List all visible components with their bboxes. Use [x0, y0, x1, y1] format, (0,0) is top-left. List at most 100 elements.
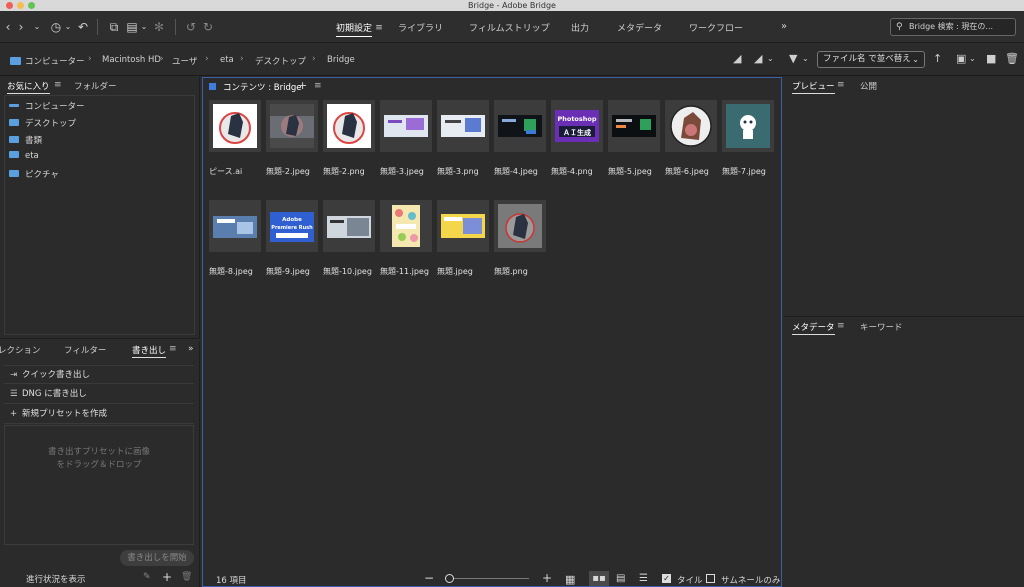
zoom-window-button[interactable]: [28, 2, 35, 9]
new-preset-row[interactable]: + 新規プリセットを作成: [4, 405, 194, 424]
tab-export[interactable]: 書き出し: [132, 344, 167, 358]
tab-metadata[interactable]: メタデータ: [792, 321, 835, 335]
quality-filter-icon[interactable]: ◢: [754, 53, 762, 65]
more-workspaces-icon[interactable]: »: [779, 19, 789, 35]
dng-export-row[interactable]: ☰ DNG に書き出し: [4, 385, 194, 404]
chevron-down-icon[interactable]: ⌄: [969, 53, 976, 65]
view-list-icon[interactable]: ☰: [639, 573, 648, 584]
panel-menu-icon[interactable]: ≡: [837, 321, 845, 331]
add-tab-icon[interactable]: +: [298, 79, 307, 92]
tab-filter[interactable]: フィルター: [64, 344, 106, 356]
quick-export-row[interactable]: ⇥ クイック書き出し: [4, 365, 194, 384]
file-thumbnail[interactable]: [209, 200, 261, 252]
file-thumbnail[interactable]: [665, 100, 717, 152]
tab-favorites[interactable]: お気に入り: [7, 80, 50, 94]
tab-preview[interactable]: プレビュー: [792, 80, 835, 94]
minimize-window-button[interactable]: [17, 2, 24, 9]
forward-icon[interactable]: ›: [16, 19, 26, 35]
file-thumbnail[interactable]: [266, 100, 318, 152]
search-field[interactable]: ⚲ Bridge 検索 : 現在の...: [890, 18, 1016, 36]
file-thumbnail[interactable]: [437, 100, 489, 152]
thumbnail-only-checkbox[interactable]: [706, 574, 715, 583]
tab-publish[interactable]: 公開: [860, 80, 877, 92]
file-thumbnail[interactable]: [209, 100, 261, 152]
view-details-icon[interactable]: ▤: [616, 573, 625, 584]
back-icon[interactable]: ‹: [3, 19, 13, 35]
panel-menu-icon[interactable]: ≡: [837, 80, 845, 90]
workspace-tab-workflow[interactable]: ワークフロー: [689, 21, 743, 34]
filter-items-icon[interactable]: ▼: [789, 53, 797, 65]
favorite-item-desktop[interactable]: デスクトップ: [9, 117, 76, 129]
slider-handle[interactable]: [445, 574, 454, 583]
sort-by-dropdown[interactable]: ファイル名 で並べ替え ⌄: [817, 51, 925, 68]
show-progress-label[interactable]: 進行状況を表示: [26, 573, 86, 585]
chevron-right-icon: ›: [240, 54, 244, 64]
workspace-tab-metadata[interactable]: メタデータ: [617, 21, 662, 34]
refine-icon[interactable]: ▤: [125, 19, 139, 35]
breadcrumb-computer[interactable]: コンピューター: [10, 55, 85, 67]
tile-checkbox[interactable]: ✓: [662, 574, 671, 583]
breadcrumb-desktop[interactable]: デスクトップ: [255, 55, 306, 67]
rotate-right-icon[interactable]: ↻: [201, 19, 215, 35]
file-thumbnail[interactable]: [494, 200, 546, 252]
favorite-item-documents[interactable]: 書類: [9, 134, 42, 146]
edit-icon[interactable]: ✎: [143, 572, 151, 582]
sort-ascending-icon[interactable]: ↑: [933, 53, 942, 65]
grid-lock-icon[interactable]: ▦: [565, 573, 575, 586]
open-in-camera-raw-icon[interactable]: ✻: [152, 19, 166, 35]
favorite-item-computer[interactable]: コンピューター: [9, 100, 85, 112]
panel-menu-icon[interactable]: ≡: [314, 81, 322, 91]
folder-icon: [10, 57, 21, 65]
file-thumbnail[interactable]: [323, 200, 375, 252]
workspace-menu-icon[interactable]: ≡: [374, 20, 384, 36]
panel-menu-icon[interactable]: ≡: [54, 80, 62, 90]
panel-menu-icon[interactable]: ≡: [169, 344, 177, 354]
file-thumbnail[interactable]: [380, 200, 432, 252]
breadcrumb-macintosh-hd[interactable]: Macintosh HD: [102, 55, 161, 65]
start-export-button[interactable]: 書き出しを開始: [120, 550, 194, 566]
file-thumbnail[interactable]: [608, 100, 660, 152]
breadcrumb-users[interactable]: ユーザ: [172, 55, 197, 67]
chevron-down-icon[interactable]: ⌄: [32, 19, 42, 35]
favorite-item-eta[interactable]: eta: [9, 151, 39, 161]
camera-import-icon[interactable]: ⧉: [107, 19, 121, 35]
zoom-out-icon[interactable]: −: [424, 571, 434, 585]
tab-keywords[interactable]: キーワード: [860, 321, 903, 333]
file-thumbnail[interactable]: [380, 100, 432, 152]
favorite-item-pictures[interactable]: ピクチャ: [9, 168, 59, 180]
breadcrumb-eta[interactable]: eta: [220, 55, 234, 65]
export-drop-zone[interactable]: 書き出すプリセットに画像 をドラッグ＆ドロップ: [4, 425, 194, 545]
workspace-tab-library[interactable]: ライブラリ: [398, 21, 443, 34]
tab-folders[interactable]: フォルダー: [74, 80, 117, 92]
sort-label: ファイル名 で並べ替え: [823, 54, 911, 64]
rotate-left-icon[interactable]: ↺: [184, 19, 198, 35]
breadcrumb-bridge[interactable]: Bridge: [327, 55, 355, 65]
file-thumbnail[interactable]: Photoshop ＡＩ生成: [551, 100, 603, 152]
workspace-tab-output[interactable]: 出力: [571, 21, 589, 34]
workspace-tab-filmstrip[interactable]: フィルムストリップ: [469, 21, 550, 34]
tab-collections[interactable]: レクション: [0, 344, 41, 356]
rating-filter-icon[interactable]: ◢: [733, 53, 741, 65]
file-thumbnail[interactable]: [323, 100, 375, 152]
delete-icon[interactable]: 🗑: [1005, 53, 1019, 65]
chevron-down-icon[interactable]: ⌄: [802, 53, 809, 65]
open-recent-folder-icon[interactable]: ▣: [956, 53, 966, 65]
chevron-down-icon[interactable]: ⌄: [64, 19, 72, 35]
thumbnail-size-slider[interactable]: [445, 578, 529, 579]
add-icon[interactable]: +: [162, 570, 172, 584]
view-thumbnails-icon[interactable]: ▪▪: [589, 571, 609, 586]
workspace-tab-default[interactable]: 初期設定: [336, 21, 373, 37]
chevron-down-icon[interactable]: ⌄: [767, 53, 774, 65]
new-folder-icon[interactable]: ■: [986, 53, 996, 65]
file-thumbnail[interactable]: [494, 100, 546, 152]
close-window-button[interactable]: [6, 2, 13, 9]
delete-icon[interactable]: 🗑: [181, 572, 192, 582]
boomerang-icon[interactable]: ↶: [76, 19, 90, 35]
chevron-down-icon[interactable]: ⌄: [140, 19, 148, 35]
expand-panel-icon[interactable]: »: [188, 344, 194, 354]
file-thumbnail[interactable]: [722, 100, 774, 152]
recent-history-icon[interactable]: ◷: [49, 19, 63, 35]
file-thumbnail[interactable]: Adobe Premiere Rush: [266, 200, 318, 252]
zoom-in-icon[interactable]: +: [542, 571, 552, 585]
file-thumbnail[interactable]: [437, 200, 489, 252]
